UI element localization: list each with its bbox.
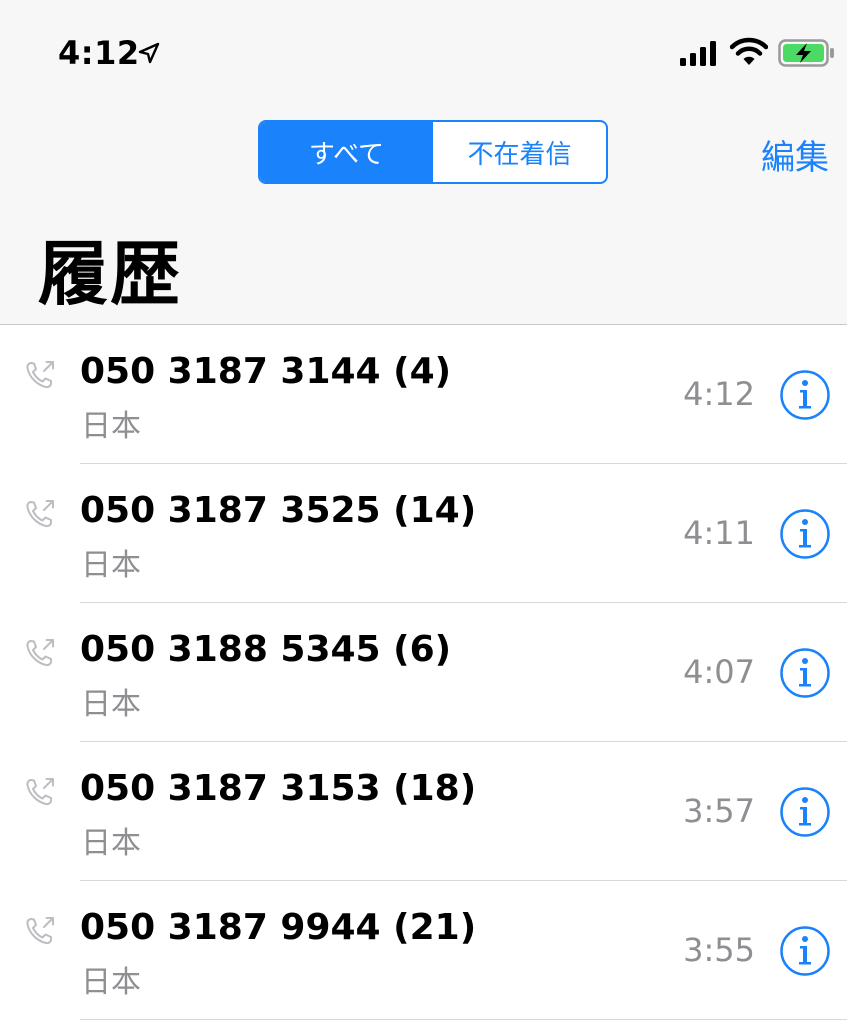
info-icon[interactable] <box>779 647 831 699</box>
row-separator <box>80 1019 847 1020</box>
segment-all[interactable]: すべて <box>260 122 433 182</box>
caller-country: 日本 <box>81 965 141 1000</box>
outgoing-call-icon <box>26 778 54 806</box>
call-time: 4:12 <box>683 375 755 413</box>
caller-country: 日本 <box>81 548 141 583</box>
battery-charging-icon <box>778 39 834 67</box>
page-title: 履歴 <box>38 233 182 315</box>
caller-number: 050 3187 3144 (4) <box>80 351 452 392</box>
call-row[interactable]: 050 3187 9944 (21) 日本 3:55 <box>0 881 847 1020</box>
info-icon[interactable] <box>779 508 831 560</box>
caller-country: 日本 <box>81 826 141 861</box>
call-row[interactable]: 050 3187 3144 (4) 日本 4:12 <box>0 325 847 464</box>
caller-number: 050 3187 3153 (18) <box>80 768 477 809</box>
call-row[interactable]: 050 3187 3153 (18) 日本 3:57 <box>0 742 847 881</box>
navigation-header: 4:12 すべて 不在着信 編集 履歴 <box>0 0 847 325</box>
info-icon[interactable] <box>779 925 831 977</box>
info-icon[interactable] <box>779 786 831 838</box>
outgoing-call-icon <box>26 500 54 528</box>
outgoing-call-icon <box>26 639 54 667</box>
cellular-signal-icon <box>680 41 716 66</box>
caller-number: 050 3187 3525 (14) <box>80 490 477 531</box>
info-icon[interactable] <box>779 369 831 421</box>
call-row[interactable]: 050 3187 3525 (14) 日本 4:11 <box>0 464 847 603</box>
call-time: 3:57 <box>683 792 755 830</box>
call-time: 3:55 <box>683 931 755 969</box>
call-time: 4:11 <box>683 514 755 552</box>
call-list: 050 3187 3144 (4) 日本 4:12 050 3187 3525 … <box>0 325 847 1020</box>
outgoing-call-icon <box>26 361 54 389</box>
edit-button[interactable]: 編集 <box>761 130 829 179</box>
call-row[interactable]: 050 3188 5345 (6) 日本 4:07 <box>0 603 847 742</box>
caller-country: 日本 <box>81 409 141 444</box>
status-time: 4:12 <box>58 34 140 72</box>
segment-missed[interactable]: 不在着信 <box>433 122 606 182</box>
filter-segmented-control: すべて 不在着信 <box>258 120 608 184</box>
call-time: 4:07 <box>683 653 755 691</box>
recents-screen: 4:12 すべて 不在着信 編集 履歴 050 3187 3144 (4) 日本… <box>0 0 847 1024</box>
outgoing-call-icon <box>26 917 54 945</box>
wifi-icon <box>730 37 768 65</box>
caller-number: 050 3187 9944 (21) <box>80 907 477 948</box>
caller-number: 050 3188 5345 (6) <box>80 629 452 670</box>
location-arrow-icon <box>138 42 160 64</box>
caller-country: 日本 <box>81 687 141 722</box>
